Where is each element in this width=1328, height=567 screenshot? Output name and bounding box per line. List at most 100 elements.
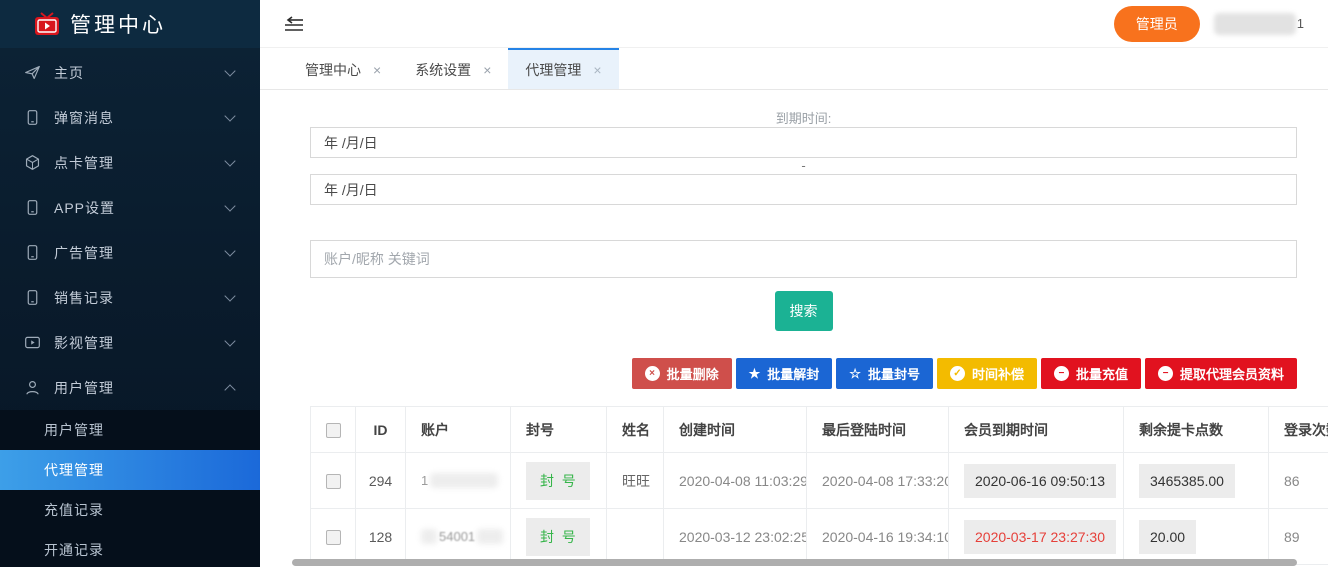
topbar: 管理员 1 bbox=[260, 0, 1328, 48]
submenu-item-agent-management[interactable]: 代理管理 bbox=[0, 450, 260, 490]
cell-member-expire: 2020-06-16 09:50:13 bbox=[949, 453, 1124, 509]
tab-agent-management[interactable]: 代理管理 × bbox=[508, 48, 618, 89]
sidebar-item-video-management[interactable]: 影视管理 bbox=[0, 320, 260, 365]
button-label: 提取代理会员资料 bbox=[1180, 364, 1284, 383]
chevron-down-icon bbox=[224, 245, 235, 256]
submenu-item-activation-records[interactable]: 开通记录 bbox=[0, 530, 260, 567]
circle-minus-icon: − bbox=[1054, 366, 1069, 381]
button-label: 批量充值 bbox=[1076, 364, 1128, 383]
select-all-checkbox[interactable] bbox=[326, 423, 341, 438]
user-management-submenu: 用户管理 代理管理 充值记录 开通记录 bbox=[0, 410, 260, 567]
sidebar-item-ad-management[interactable]: 广告管理 bbox=[0, 230, 260, 275]
chevron-down-icon bbox=[224, 65, 235, 76]
cell-id: 294 bbox=[356, 453, 406, 509]
video-play-icon bbox=[24, 334, 41, 351]
bulk-recharge-button[interactable]: − 批量充值 bbox=[1041, 358, 1141, 389]
ban-account-button[interactable]: 封 号 bbox=[526, 462, 590, 500]
points-chip: 20.00 bbox=[1139, 520, 1196, 554]
sidebar-item-app-settings[interactable]: APP设置 bbox=[0, 185, 260, 230]
tab-system-settings[interactable]: 系统设置 × bbox=[398, 48, 508, 89]
tab-management-center[interactable]: 管理中心 × bbox=[288, 48, 398, 89]
chevron-down-icon bbox=[224, 155, 235, 166]
expire-end-date-input[interactable]: 年 /月/日 bbox=[310, 174, 1297, 205]
chevron-down-icon bbox=[224, 200, 235, 211]
cell-points: 3465385.00 bbox=[1124, 453, 1269, 509]
export-agent-members-button[interactable]: − 提取代理会员资料 bbox=[1145, 358, 1297, 389]
row-checkbox[interactable] bbox=[326, 474, 341, 489]
submenu-item-label: 代理管理 bbox=[44, 460, 104, 480]
agent-management-panel: 到期时间: 年 /月/日 - 年 /月/日 搜索 × 批量删除 ★ 批量解封 bbox=[260, 90, 1328, 567]
username-suffix: 1 bbox=[1297, 16, 1304, 31]
agents-table: ID 账户 封号 姓名 创建时间 最后登陆时间 会员到期时间 剩余提卡点数 登录… bbox=[310, 406, 1328, 565]
sidebar-item-sales-records[interactable]: 销售记录 bbox=[0, 275, 260, 320]
mobile-icon bbox=[24, 244, 41, 261]
button-label: 批量解封 bbox=[767, 364, 819, 383]
search-button[interactable]: 搜索 bbox=[775, 291, 833, 331]
cell-login-count: 86 bbox=[1269, 453, 1328, 509]
tv-logo-icon bbox=[34, 12, 60, 36]
agents-table-wrap: ID 账户 封号 姓名 创建时间 最后登陆时间 会员到期时间 剩余提卡点数 登录… bbox=[310, 406, 1328, 565]
column-header-account: 账户 bbox=[406, 407, 511, 453]
sidebar-item-label: 广告管理 bbox=[54, 243, 226, 263]
time-compensation-button[interactable]: ✓ 时间补偿 bbox=[937, 358, 1037, 389]
bulk-ban-button[interactable]: ☆ 批量封号 bbox=[836, 358, 933, 389]
table-row: 128 54001 封 号 bbox=[311, 509, 1328, 565]
cell-ban: 封 号 bbox=[511, 453, 607, 509]
chevron-down-icon bbox=[224, 290, 235, 301]
sidebar-item-home[interactable]: 主页 bbox=[0, 50, 260, 95]
row-checkbox[interactable] bbox=[326, 530, 341, 545]
bulk-delete-button[interactable]: × 批量删除 bbox=[632, 358, 732, 389]
cell-id: 128 bbox=[356, 509, 406, 565]
redacted-account-blur bbox=[430, 473, 498, 488]
sidebar-item-label: 销售记录 bbox=[54, 288, 226, 308]
chevron-down-icon bbox=[224, 335, 235, 346]
sidebar-item-card-management[interactable]: 点卡管理 bbox=[0, 140, 260, 185]
sidebar: 管理中心 主页 弹窗消息 点卡管理 APP设置 bbox=[0, 0, 260, 567]
paper-plane-icon bbox=[24, 64, 41, 81]
circle-check-icon: ✓ bbox=[950, 366, 965, 381]
sidebar-item-label: 用户管理 bbox=[54, 378, 226, 398]
chevron-down-icon bbox=[224, 110, 235, 121]
submenu-item-recharge-records[interactable]: 充值记录 bbox=[0, 490, 260, 530]
points-chip: 3465385.00 bbox=[1139, 464, 1235, 498]
star-filled-icon: ★ bbox=[749, 367, 761, 380]
button-label: 批量封号 bbox=[868, 364, 920, 383]
button-label: 批量删除 bbox=[667, 364, 719, 383]
topbar-right: 管理员 1 bbox=[1114, 6, 1304, 42]
sidebar-item-label: 影视管理 bbox=[54, 333, 226, 353]
close-icon[interactable]: × bbox=[593, 63, 601, 77]
account-prefix: 1 bbox=[421, 473, 428, 488]
column-header-id: ID bbox=[356, 407, 406, 453]
submenu-item-label: 开通记录 bbox=[44, 540, 104, 560]
close-icon[interactable]: × bbox=[373, 63, 381, 77]
close-icon[interactable]: × bbox=[483, 63, 491, 77]
tab-label: 管理中心 bbox=[305, 60, 361, 80]
horizontal-scrollbar[interactable] bbox=[292, 559, 1297, 566]
submenu-item-label: 用户管理 bbox=[44, 420, 104, 440]
cell-member-expire: 2020-03-17 23:27:30 bbox=[949, 509, 1124, 565]
keyword-search-input[interactable] bbox=[310, 240, 1297, 278]
cube-icon bbox=[24, 154, 41, 171]
circle-minus-icon: − bbox=[1158, 366, 1173, 381]
expire-start-date-input[interactable]: 年 /月/日 bbox=[310, 127, 1297, 158]
account-fragment: 54001 bbox=[439, 529, 475, 544]
admin-role-button[interactable]: 管理员 bbox=[1114, 6, 1200, 42]
ban-account-button[interactable]: 封 号 bbox=[526, 518, 590, 556]
sidebar-item-user-management[interactable]: 用户管理 bbox=[0, 365, 260, 410]
sidebar-item-label: 弹窗消息 bbox=[54, 108, 226, 128]
column-header-name: 姓名 bbox=[607, 407, 664, 453]
cell-name bbox=[607, 509, 664, 565]
column-header-ban: 封号 bbox=[511, 407, 607, 453]
cell-account: 54001 bbox=[406, 509, 511, 565]
submenu-item-user-management[interactable]: 用户管理 bbox=[0, 410, 260, 450]
search-row: 搜索 bbox=[310, 291, 1297, 331]
date-range-separator: - bbox=[310, 158, 1297, 174]
sidebar-fold-icon[interactable] bbox=[284, 15, 304, 33]
redacted-account-blur bbox=[421, 529, 437, 544]
cell-last-login: 2020-04-08 17:33:20 bbox=[807, 453, 949, 509]
bulk-unban-button[interactable]: ★ 批量解封 bbox=[736, 358, 833, 389]
sidebar-item-popup-messages[interactable]: 弹窗消息 bbox=[0, 95, 260, 140]
tab-strip: 管理中心 × 系统设置 × 代理管理 × bbox=[260, 48, 1328, 90]
column-header-login-count: 登录次数 bbox=[1269, 407, 1328, 453]
expire-time-label: 到期时间: bbox=[310, 108, 1297, 124]
